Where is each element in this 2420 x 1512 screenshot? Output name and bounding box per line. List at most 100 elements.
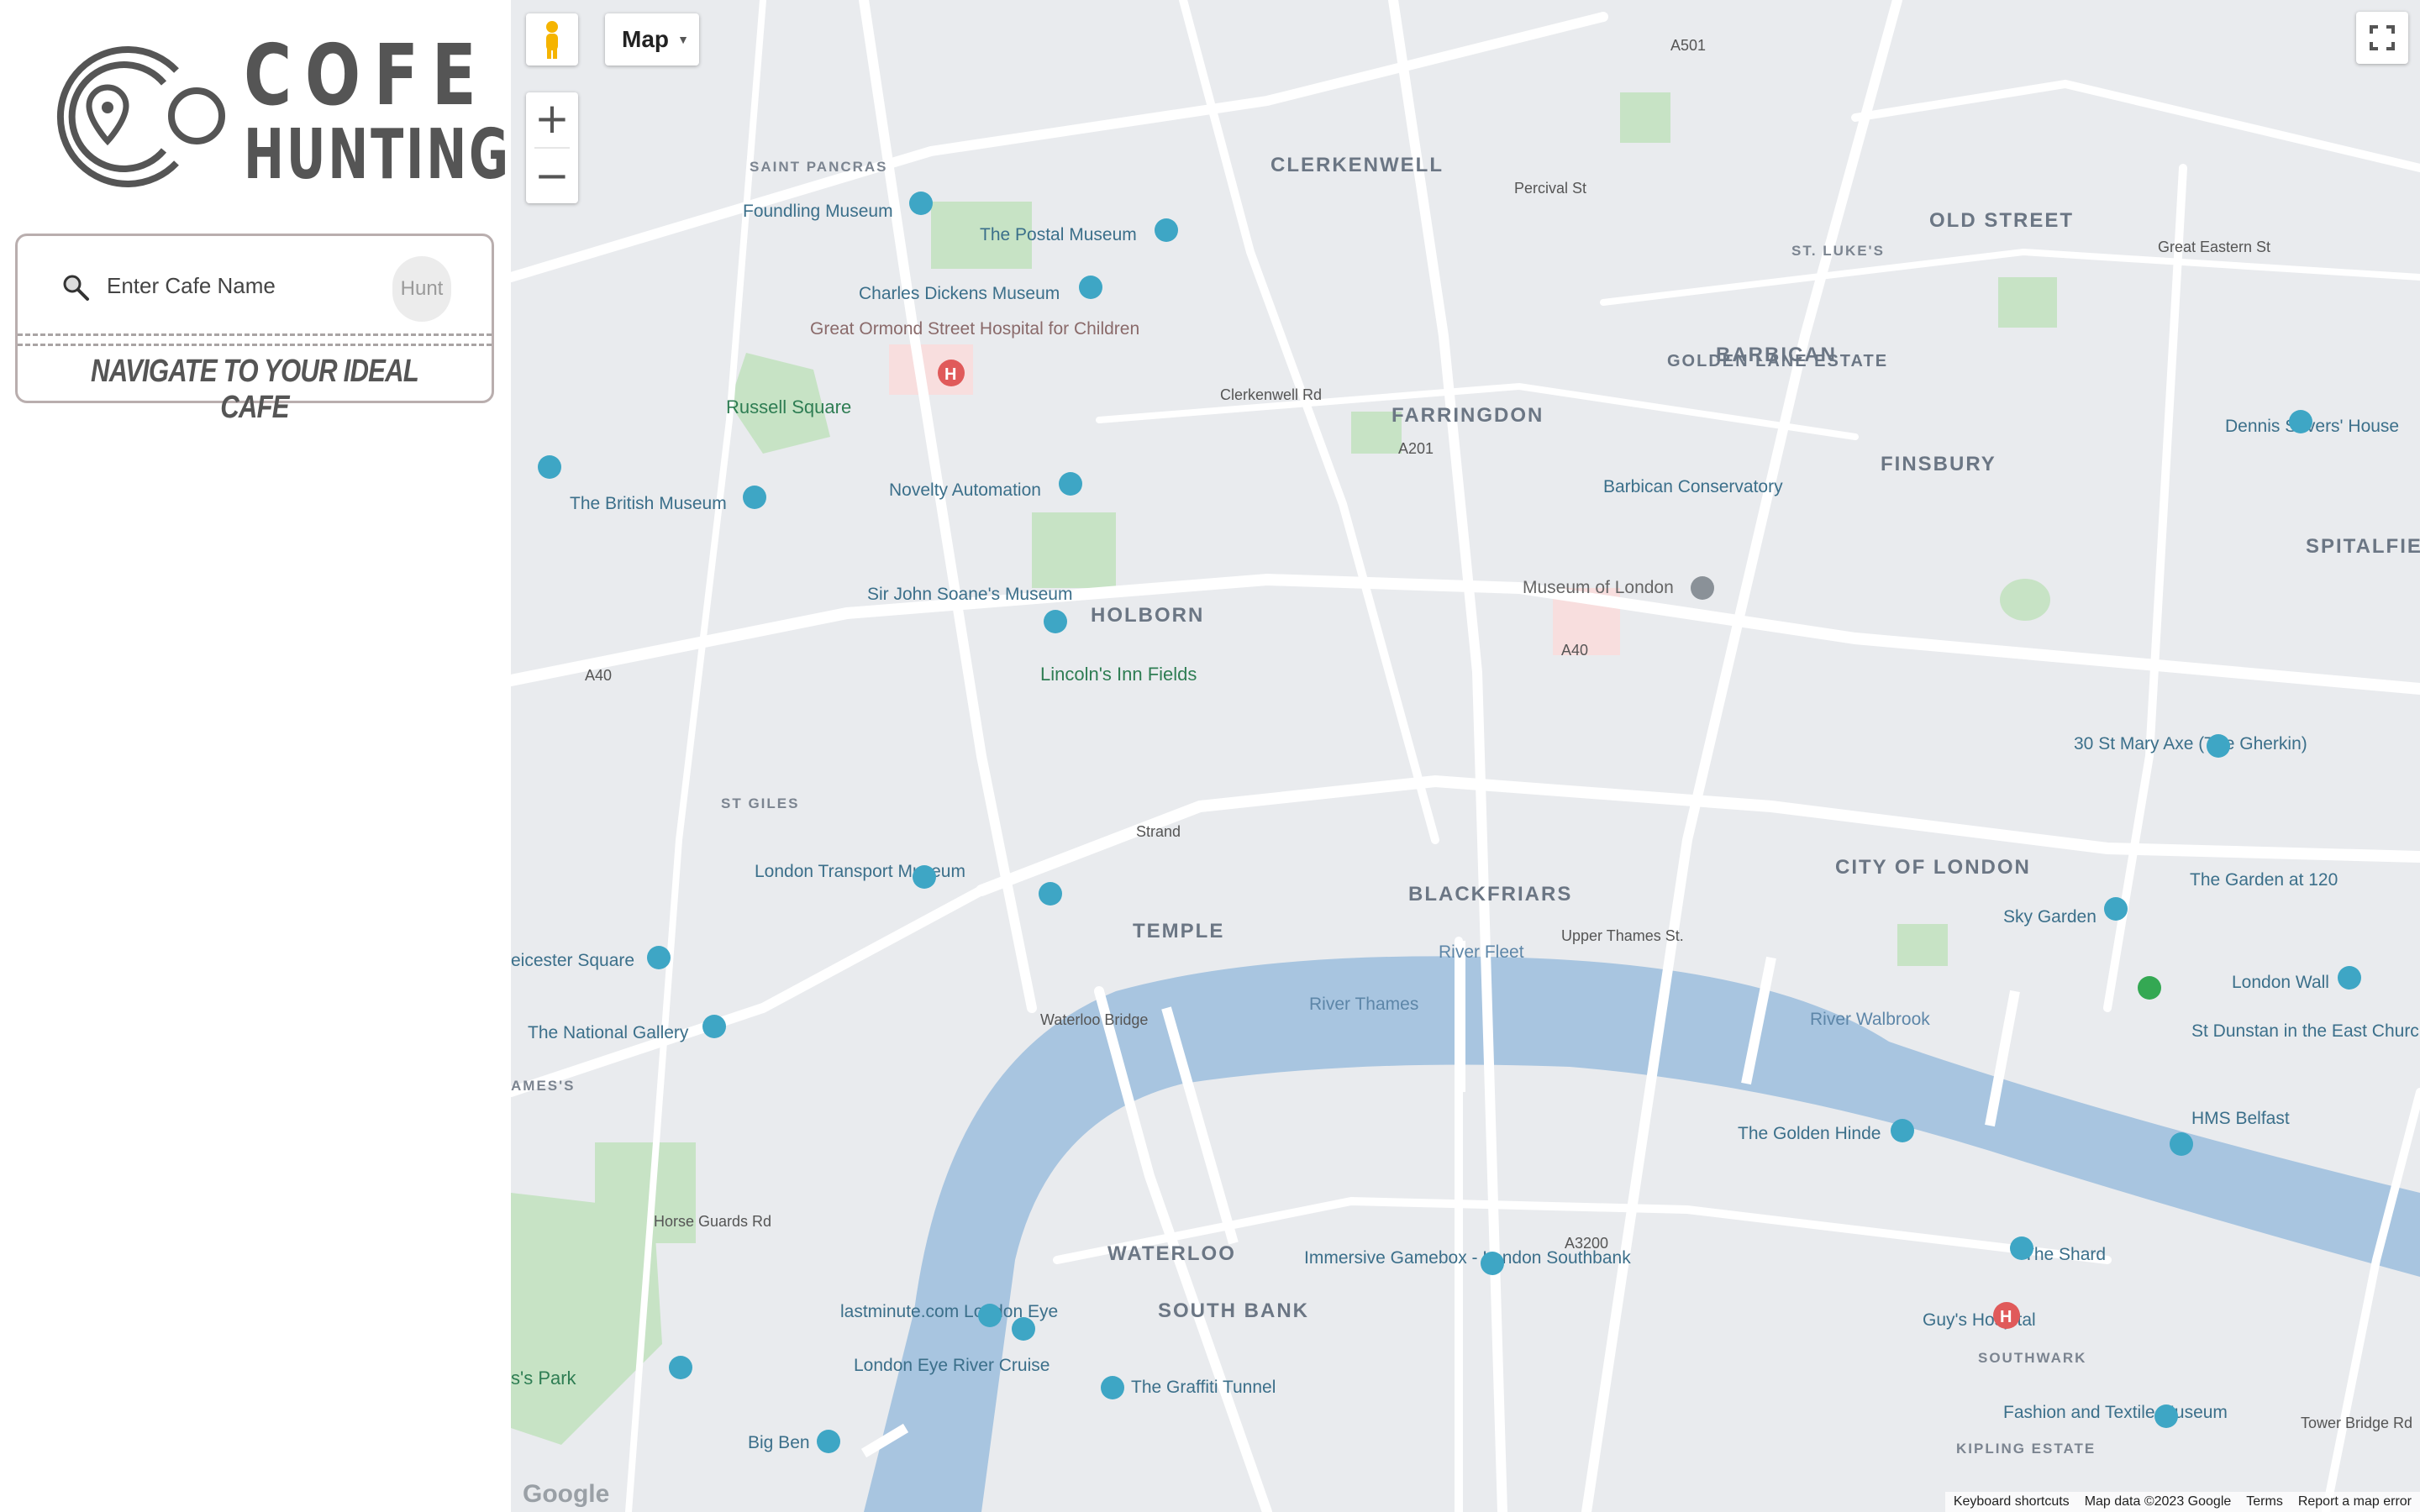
museum-icon [1481,1252,1504,1275]
divider [18,333,492,336]
cafe-hunting-logo[interactable]: COFE HUNTING [34,34,508,190]
street-view-pegman-button[interactable] [526,13,578,66]
map-label: Barbican Conservatory [1603,477,1783,496]
map-label: Waterloo Bridge [1040,1011,1148,1028]
map-label: SAINT PANCRAS [750,159,888,175]
museum-icon [978,1304,1002,1327]
pegman-icon [546,21,558,59]
map-label: Fashion and Textile Museum [2003,1403,2228,1422]
map-label: CITY OF LONDON [1835,856,2031,879]
search-card: Hunt NAVIGATE TO YOUR IDEAL CAFE [15,234,494,425]
hunt-button[interactable]: Hunt [392,256,451,322]
map-label: FARRINGDON [1392,404,1544,427]
map-label: s's Park [511,1368,577,1389]
divider [534,147,570,149]
map-label: The Garden at 120 [2190,870,2338,890]
zoom-in-button[interactable]: + [526,92,578,146]
search-icon [63,275,89,301]
cafe-name-input[interactable] [105,260,394,312]
search-row: Hunt [18,236,492,335]
map-label: Tower Bridge Rd [2301,1415,2412,1431]
museum-icon [2010,1236,2033,1260]
fullscreen-icon [2370,25,2395,50]
map-type-label: Map [622,26,669,52]
keyboard-shortcuts-link[interactable]: Keyboard shortcuts [1954,1494,2070,1509]
logo-line2: HUNTING [244,115,511,195]
logo-line1: COFE [244,26,490,124]
map-label: A40 [585,667,612,684]
map-label: BLACKFRIARS [1408,883,1572,906]
map-label: SOUTH BANK [1158,1299,1309,1322]
museum-icon [702,1015,726,1038]
map-label: SOUTHWARK [1978,1350,2086,1366]
museum-icon [1079,276,1102,299]
map-label: eicester Square [511,951,634,970]
museum-icon [2338,966,2361,990]
map-view[interactable]: CLERKENWELL OLD STREET FARRINGDON BARBIC… [511,0,2420,1512]
map-label: 30 St Mary Axe (The Gherkin) [2074,734,2307,753]
museum-icon [1155,218,1178,242]
map-attribution: Keyboard shortcuts Map data ©2023 Google… [1944,1492,2420,1512]
map-label: Upper Thames St. [1561,927,1684,944]
map-label: GOLDEN LANE ESTATE [1667,352,1888,370]
map-label: The Graffiti Tunnel [1131,1378,1276,1397]
zoom-control: + − [526,92,578,203]
museum-icon [1059,472,1082,496]
map-label: CLERKENWELL [1270,154,1444,176]
zoom-out-button[interactable]: − [526,150,578,203]
closed-museum-icon[interactable] [1691,576,1714,600]
map-label: Foundling Museum [743,202,893,221]
tagline: NAVIGATE TO YOUR IDEAL CAFE [91,354,419,425]
museum-icon [743,486,766,509]
map-label: A201 [1398,440,1434,457]
museum-icon [2207,734,2230,758]
map-label: WATERLOO [1107,1242,1236,1265]
svg-text:H: H [2000,1308,2012,1326]
map-label: FINSBURY [1881,453,1996,475]
chevron-down-icon: ▼ [677,33,689,46]
map-label: TEMPLE [1133,920,1224,942]
map-label: A40 [1561,642,1588,659]
map-label: The Golden Hinde [1738,1124,1881,1143]
svg-text:H: H [944,365,956,384]
map-label: The British Museum [570,494,727,513]
museum-icon [1891,1119,1914,1142]
map-label: Great Ormond Street Hospital for Childre… [810,319,1139,339]
museum-icon [669,1356,692,1379]
map-canvas[interactable]: CLERKENWELL OLD STREET FARRINGDON BARBIC… [511,0,2420,1512]
map-label: Sky Garden [2003,907,2096,927]
map-label: ST GILES [721,795,799,811]
map-type-dropdown[interactable]: Map ▼ [605,13,699,66]
fullscreen-button[interactable] [2356,12,2408,64]
museum-icon [1012,1317,1035,1341]
map-label: The National Gallery [528,1023,689,1042]
map-label: OLD STREET [1929,209,2074,232]
museum-icon [647,946,671,969]
divider [18,344,492,346]
terms-link[interactable]: Terms [2246,1494,2283,1509]
map-label: SPITALFIE [2306,535,2420,558]
map-label: Strand [1136,823,1181,840]
museum-icon [538,455,561,479]
map-label: River Thames [1309,995,1418,1014]
map-label: London Wall [2232,973,2329,992]
sidebar: COFE HUNTING Hunt NAVIGATE TO YOUR IDEAL… [0,0,511,1512]
map-label: Novelty Automation [889,480,1041,500]
museum-icon [1101,1376,1124,1399]
museum-icon [913,865,936,889]
museum-icon [909,192,933,215]
museum-icon [1039,882,1062,906]
map-label: Russell Square [726,396,851,417]
museum-icon [817,1430,840,1453]
museum-icon [2104,897,2128,921]
map-label: A3200 [1565,1235,1608,1252]
garden-icon[interactable] [2138,976,2161,1000]
museum-icon [2154,1404,2178,1428]
map-label: HMS Belfast [2191,1109,2290,1128]
map-label: ST. LUKE'S [1791,243,1885,259]
map-label: The Postal Museum [980,225,1137,244]
map-label: Museum of London [1523,578,1674,597]
map-label: Clerkenwell Rd [1220,386,1322,403]
report-error-link[interactable]: Report a map error [2298,1494,2412,1509]
google-logo[interactable]: Google [523,1480,609,1509]
